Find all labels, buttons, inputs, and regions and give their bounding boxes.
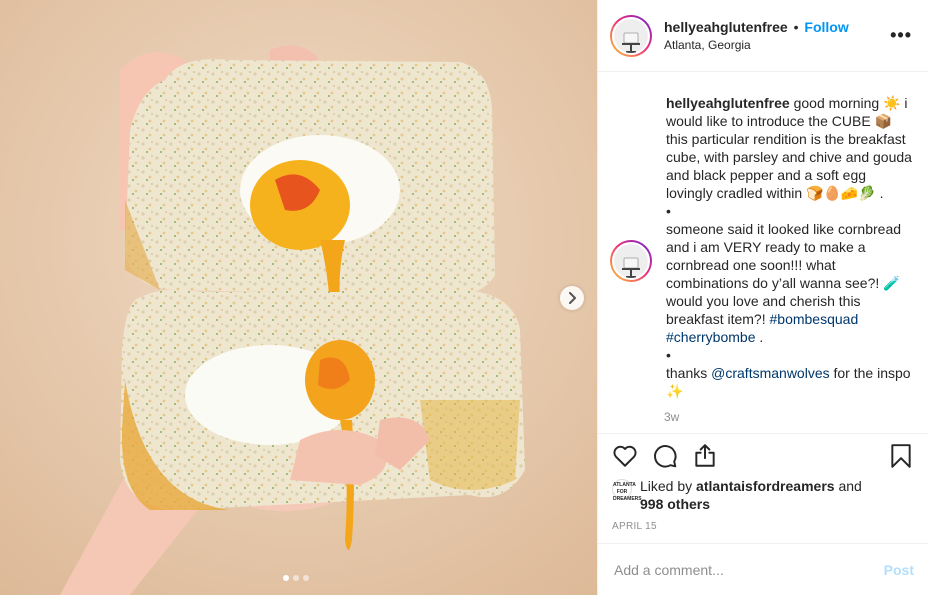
caption-text-2-end: . [755, 329, 764, 345]
instagram-post: hellyeahglutenfree • Follow Atlanta, Geo… [0, 0, 928, 595]
caption-text-3: thanks [666, 365, 712, 381]
cube-sandwich-image [0, 0, 597, 595]
post-header: hellyeahglutenfree • Follow Atlanta, Geo… [598, 0, 928, 72]
chevron-right-icon [569, 292, 576, 304]
mention-link[interactable]: @craftsmanwolves [711, 365, 829, 381]
cake-stand-icon [622, 32, 640, 53]
share-icon[interactable] [692, 443, 718, 469]
caption-bullet: • [666, 347, 671, 363]
post-date[interactable]: APRIL 15 [598, 513, 928, 543]
post-caption: hellyeahglutenfree good morning ☀️ i wou… [666, 94, 916, 400]
next-slide-button[interactable] [560, 286, 584, 310]
post-sidebar: hellyeahglutenfree • Follow Atlanta, Geo… [597, 0, 928, 595]
comment-icon[interactable] [652, 443, 678, 469]
likes-prefix: Liked by [640, 478, 697, 494]
caption-username[interactable]: hellyeahglutenfree [666, 95, 790, 111]
post-comment-button[interactable]: Post [884, 562, 914, 578]
avatar[interactable] [610, 14, 652, 57]
likes-summary: ATLANTA FOR DREAMERS Liked by atlantaisf… [598, 477, 928, 513]
comment-bar: Post [598, 543, 928, 595]
caption-timestamp[interactable]: 3w [664, 410, 916, 424]
more-options-icon[interactable]: ••• [890, 25, 912, 46]
carousel-dot [293, 575, 299, 581]
caption-avatar[interactable] [610, 240, 652, 282]
carousel-dots [283, 575, 309, 581]
likes-middle: and [834, 478, 862, 494]
hashtag-link[interactable]: #cherrybombe [666, 329, 756, 345]
liker-avatar[interactable]: ATLANTA FOR DREAMERS [612, 479, 642, 502]
username-link[interactable]: hellyeahglutenfree [664, 19, 788, 35]
carousel-dot [283, 575, 289, 581]
location-link[interactable]: Atlanta, Georgia [664, 38, 890, 52]
comments-area: hellyeahglutenfree good morning ☀️ i wou… [598, 72, 928, 433]
follow-button[interactable]: Follow [804, 19, 848, 35]
separator-dot: • [793, 19, 799, 35]
heart-icon[interactable] [612, 443, 638, 469]
likes-others-link[interactable]: 998 others [640, 496, 710, 512]
cake-stand-icon [622, 257, 640, 278]
bookmark-icon[interactable] [888, 443, 914, 469]
action-bar [598, 433, 928, 477]
carousel-dot [303, 575, 309, 581]
liker-username[interactable]: atlantaisfordreamers [696, 478, 835, 494]
caption-bullet: • [666, 203, 671, 219]
comment-input[interactable] [614, 561, 884, 578]
hashtag-link[interactable]: #bombesquad [770, 311, 859, 327]
post-photo[interactable] [0, 0, 597, 595]
